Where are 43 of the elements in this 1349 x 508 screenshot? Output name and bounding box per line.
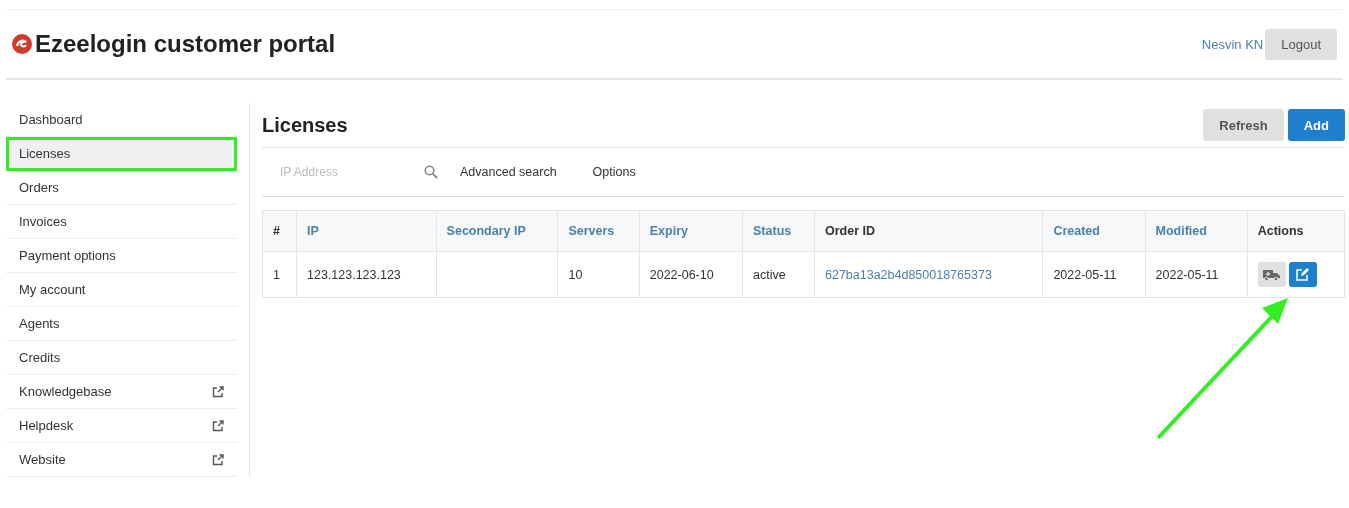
edit-icon[interactable] (1288, 262, 1317, 287)
external-link-icon (212, 453, 224, 466)
sidebar-item[interactable]: Knowledgebase (6, 375, 237, 409)
search-icon[interactable] (424, 165, 438, 179)
table-cell: 2022-05-11 (1145, 251, 1248, 298)
sidebar-item[interactable]: Orders (6, 171, 237, 205)
table-cell: 10 (557, 251, 640, 298)
external-link-icon (212, 385, 224, 398)
toolbar-link[interactable]: Advanced search (460, 165, 557, 179)
sidebar-item[interactable]: My account (6, 273, 237, 307)
column-header[interactable]: Servers (557, 210, 640, 252)
table-cell: active (742, 251, 815, 298)
table-cell: 123.123.123.123 (296, 251, 437, 298)
sidebar-item[interactable]: Agents (6, 307, 237, 341)
external-link-icon (212, 419, 224, 432)
sidebar-item[interactable]: Invoices (6, 205, 237, 239)
column-header[interactable]: Created (1042, 210, 1146, 252)
logout-button[interactable]: Logout (1265, 28, 1337, 60)
toolbar-link[interactable]: Options (592, 165, 636, 179)
sidebar-item[interactable]: Payment options (6, 239, 237, 273)
sidebar-item[interactable]: Credits (6, 341, 237, 375)
column-header[interactable]: Expiry (639, 210, 743, 252)
column-header[interactable]: Secondary IP (436, 210, 558, 252)
user-link[interactable]: Nesvin KN (1201, 36, 1264, 52)
sidebar-item[interactable]: Helpdesk (6, 409, 237, 443)
refresh-button[interactable]: Refresh (1203, 109, 1284, 141)
sidebar-item[interactable]: Licenses (6, 137, 237, 171)
column-header: # (262, 210, 297, 252)
page-title: Licenses (262, 113, 348, 137)
column-header: Order ID (814, 210, 1043, 252)
add-button[interactable]: Add (1287, 109, 1345, 141)
column-header[interactable]: IP (296, 210, 437, 252)
column-header: Actions (1247, 210, 1345, 252)
logo-icon (11, 33, 33, 55)
sidebar-item[interactable]: Website (6, 443, 237, 477)
column-header[interactable]: Status (742, 210, 815, 252)
table-cell: 2022-06-10 (639, 251, 743, 298)
portal-title: Ezeelogin customer portal (35, 30, 336, 58)
table-cell: 2022-05-11 (1042, 251, 1146, 298)
truck-icon[interactable] (1257, 262, 1286, 287)
table-cell: 1 (262, 251, 297, 298)
column-header[interactable]: Modified (1145, 210, 1248, 252)
order-link[interactable]: 627ba13a2b4d850018765373 (814, 251, 1043, 298)
